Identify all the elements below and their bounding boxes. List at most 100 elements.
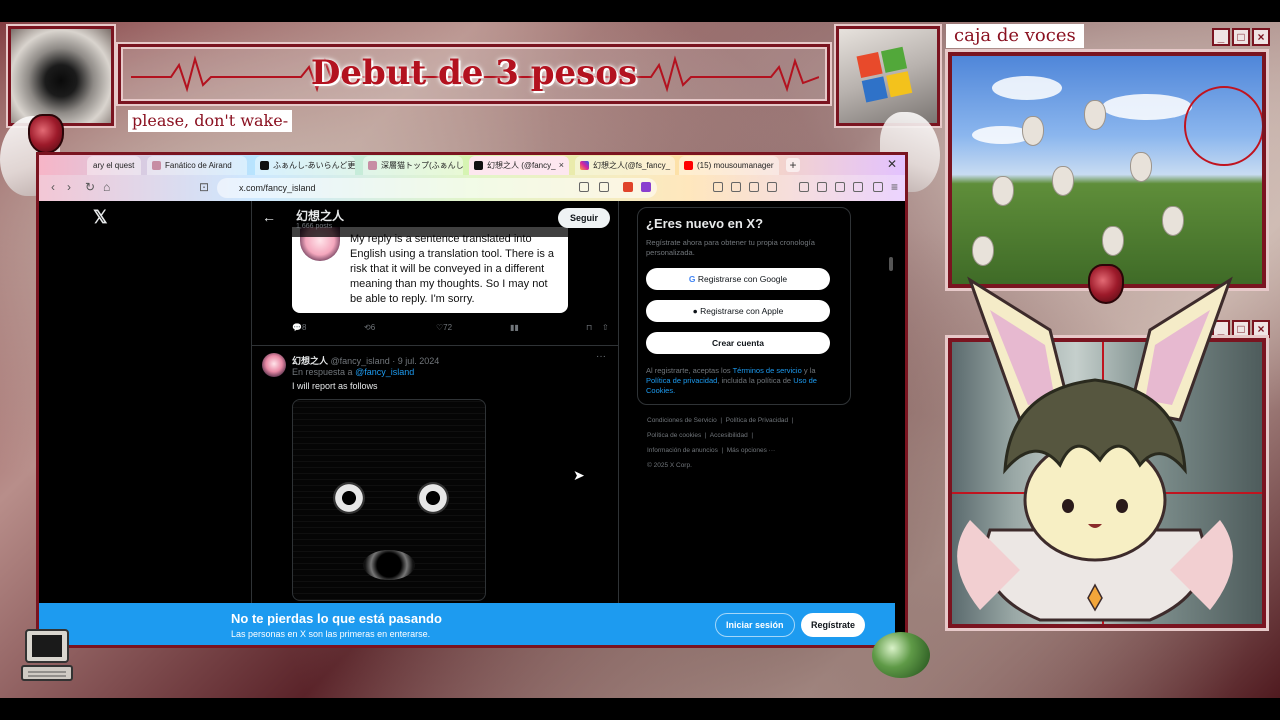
x-logo-icon[interactable]: 𝕏	[93, 207, 108, 228]
tab-2[interactable]: ふぁんし-あいらんど更新	[255, 156, 355, 175]
mouse-cursor-icon: ➤	[573, 467, 585, 483]
tab-label: Fanático de Airand	[165, 161, 232, 170]
terms-text-a: Al registrarte, aceptas los	[646, 366, 731, 375]
instagram-icon	[580, 161, 589, 170]
divider	[252, 345, 618, 346]
post-date[interactable]: · 9 jul. 2024	[392, 356, 439, 366]
profile-name: 幻想之人	[296, 209, 345, 223]
minimize-icon[interactable]: _	[1212, 28, 1230, 46]
create-account-button[interactable]: Crear cuenta	[646, 332, 830, 354]
menu-icon[interactable]: ≡	[891, 180, 898, 194]
home-icon[interactable]: ⌂	[103, 180, 110, 194]
avatar-icon	[152, 161, 161, 170]
forward-icon[interactable]: ›	[67, 180, 71, 194]
green-gem-icon	[872, 632, 930, 678]
tab-label: ふぁんし-あいらんど更新	[273, 161, 355, 170]
tab-3[interactable]: 深層猫トップ(ふぁんし-あ	[363, 156, 463, 175]
more-options-icon[interactable]: ···	[596, 351, 606, 362]
tab-label: 幻想之人 (@fancy_	[487, 161, 556, 170]
tab-strip: ary el quest Fanático de Airand ふぁんし-あいら…	[39, 155, 905, 175]
x-icon	[474, 161, 483, 170]
extension-icon[interactable]	[767, 182, 777, 192]
extension-icon[interactable]	[749, 182, 759, 192]
back-arrow-icon[interactable]: ←	[262, 209, 276, 225]
url-input[interactable]: x.com/fancy_island	[217, 178, 657, 198]
close-icon[interactable]: ×	[1252, 28, 1270, 46]
repost-action[interactable]: ⟲ 6	[364, 323, 375, 332]
login-button[interactable]: Iniciar sesión	[715, 613, 795, 637]
post-actions: 💬 8 ⟲ 6 ♡ 72 ▮▮ ⊓ ⇧	[292, 323, 612, 337]
youtube-icon	[684, 161, 693, 170]
back-icon[interactable]: ‹	[51, 180, 55, 194]
bookmark-icon[interactable]: ⊡	[199, 180, 209, 194]
tab-label: 幻想之人(@fs_fancy_	[593, 161, 671, 170]
google-signup-button[interactable]: G Registrarse con Google	[646, 268, 830, 290]
music-icon[interactable]	[799, 182, 809, 192]
post-author-avatar[interactable]	[262, 353, 286, 377]
close-tab-icon[interactable]: ×	[559, 156, 564, 175]
post-meta: 幻想之人 @fancy_island · 9 jul. 2024	[292, 354, 439, 367]
floating-mask	[1162, 206, 1184, 236]
apple-signup-button[interactable]: ● Registrarse con Apple	[646, 300, 830, 322]
stream-title-banner: Debut de 3 pesos	[118, 44, 830, 104]
puzzle-icon[interactable]	[853, 182, 863, 192]
browser-window: ary el quest Fanático de Airand ふぁんし-あいら…	[36, 152, 908, 648]
reply-to-line: En respuesta a @fancy_island	[292, 367, 414, 377]
close-icon[interactable]: ×	[1252, 320, 1270, 338]
tab-1[interactable]: Fanático de Airand	[147, 156, 247, 175]
post-author[interactable]: 幻想之人	[292, 356, 328, 366]
cloud	[992, 76, 1062, 100]
maximize-icon[interactable]: □	[1232, 28, 1250, 46]
wallet-icon[interactable]	[835, 182, 845, 192]
banner-subtitle: Las personas en X son las primeras en en…	[231, 629, 431, 639]
creepy-eye	[333, 482, 365, 514]
post-feed: My reply is a sentence translated into E…	[251, 201, 619, 645]
reply-handle-link[interactable]: @fancy_island	[355, 367, 414, 377]
screen-icon[interactable]	[579, 182, 589, 192]
reply-count: 8	[301, 323, 307, 332]
x-page: 𝕏 My reply is a sentence translated into…	[39, 201, 895, 645]
like-action[interactable]: ♡ 72	[436, 323, 452, 332]
floating-mask	[1084, 100, 1106, 130]
x-icon	[260, 161, 269, 170]
terms-text: Al registrarte, aceptas los Términos de …	[646, 366, 842, 396]
eye-closeup-art	[8, 26, 114, 126]
signup-title: ¿Eres nuevo en X?	[646, 216, 764, 231]
terms-link[interactable]: Términos de servicio	[733, 366, 802, 375]
voice-box-scene	[948, 52, 1266, 288]
tab-label: (15) mousoumanager	[697, 161, 774, 170]
privacy-link[interactable]: Política de privacidad	[646, 376, 717, 385]
views-icon[interactable]: ▮▮	[510, 323, 519, 332]
post-handle[interactable]: @fancy_island	[331, 356, 390, 366]
reload-icon[interactable]: ↻	[85, 180, 95, 194]
new-tab-button[interactable]: +	[786, 158, 800, 172]
stream-title: Debut de 3 pesos	[310, 53, 638, 93]
footer-link-ads[interactable]: Información de anuncios	[647, 447, 718, 454]
browser-close-icon[interactable]: ✕	[887, 157, 897, 171]
share-post-icon[interactable]: ⇧	[602, 323, 609, 332]
brave-shield-icon[interactable]	[623, 182, 633, 192]
scrollbar-thumb[interactable]	[889, 257, 893, 271]
tab-5[interactable]: 幻想之人(@fs_fancy_	[575, 156, 675, 175]
tab-4-active[interactable]: 幻想之人 (@fancy_ ×	[469, 156, 569, 175]
follow-button[interactable]: Seguir	[557, 208, 610, 228]
vpn-icon[interactable]	[873, 182, 883, 192]
tab-0[interactable]: ary el quest	[87, 156, 141, 175]
footer-link-privacy[interactable]: Política de Privacidad	[726, 417, 789, 424]
reply-action[interactable]: 💬 8	[292, 323, 306, 332]
footer-link-accessibility[interactable]: Accesibilidad	[710, 432, 748, 439]
extension-icon[interactable]	[713, 182, 723, 192]
tab-6[interactable]: (15) mousoumanager	[679, 156, 779, 175]
share-icon[interactable]	[599, 182, 609, 192]
rewards-icon[interactable]	[641, 182, 651, 192]
post-image[interactable]	[292, 399, 486, 601]
footer-link-cookies[interactable]: Política de cookies	[647, 432, 701, 439]
banner-title: No te pierdas lo que está pasando	[231, 611, 442, 626]
footer-link-terms[interactable]: Condiciones de Servicio	[647, 417, 717, 424]
bookmark-post-icon[interactable]: ⊓	[586, 323, 592, 332]
sidebar-icon[interactable]	[817, 182, 827, 192]
apple-icon: ●	[692, 306, 698, 316]
extension-icon[interactable]	[731, 182, 741, 192]
footer-link-more[interactable]: Más opciones ···	[727, 447, 775, 454]
signup-button[interactable]: Regístrate	[801, 613, 866, 637]
